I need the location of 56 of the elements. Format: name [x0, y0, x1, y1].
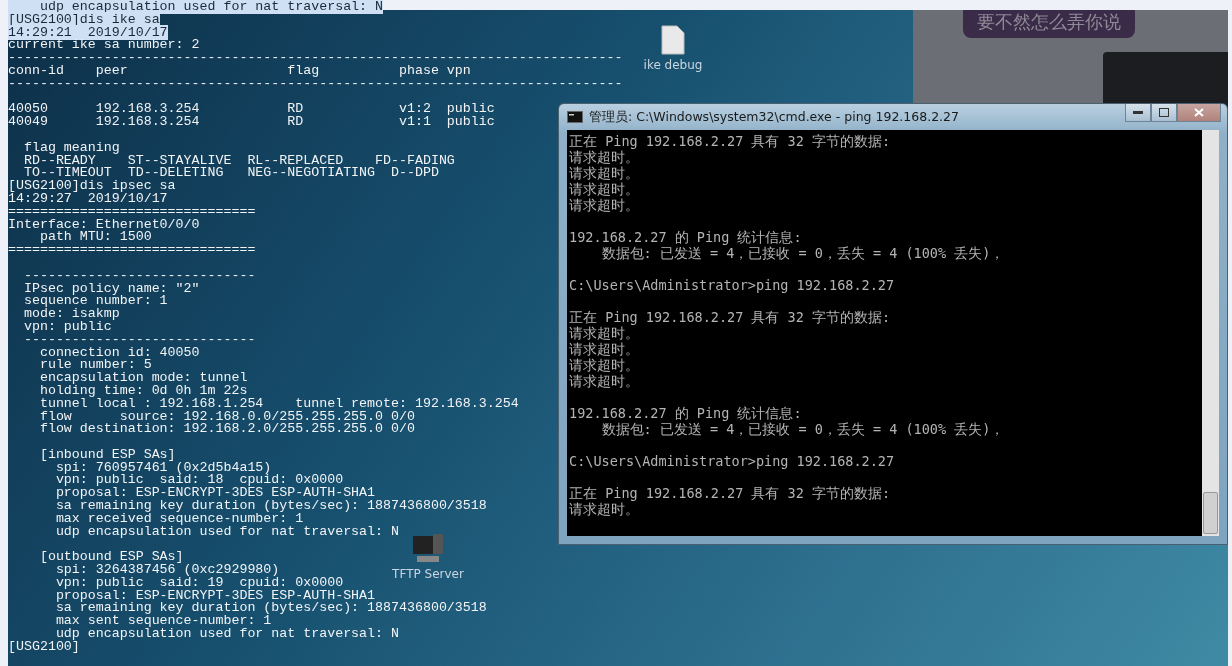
terminal-line: [USG2100]dis ipsec sa	[8, 178, 176, 194]
window-title: 管理员: C:\Windows\system32\cmd.exe - ping 192.168.2.27	[589, 108, 960, 126]
console-line: 192.168.2.27 的 Ping 统计信息:	[569, 405, 803, 421]
console-line: 正在 Ping 192.168.2.27 具有 32 字节的数据:	[569, 133, 892, 149]
desktop-icon-label[interactable]: TFTP Server	[392, 567, 464, 581]
console-line: 请求超时。	[569, 165, 640, 181]
terminal-line: IPsec policy name: "2"	[22, 280, 200, 296]
terminal-line: current ike sa number: 2	[8, 37, 200, 53]
terminal-line: spi: 3264387456 (0xc2929980)	[55, 562, 280, 578]
scrollbar-thumb[interactable]	[1203, 492, 1218, 534]
terminal-line: path MTU: 1500	[38, 229, 152, 245]
console-line: 请求超时。	[569, 181, 640, 197]
terminal-line: conn-id peer flag phase vpn	[8, 63, 471, 78]
terminal-line: flag meaning	[22, 139, 120, 155]
console-line: 正在 Ping 192.168.2.27 具有 32 字节的数据:	[569, 309, 892, 325]
scrollbar[interactable]	[1202, 130, 1219, 536]
close-icon	[1194, 108, 1204, 117]
terminal-line: proposal: ESP-ENCRYPT-3DES ESP-AUTH-SHA1	[54, 485, 376, 501]
terminal-line: TO--TIMEOUT TD--DELETING NEG--NEGOTIATING D--DPD	[23, 165, 439, 181]
document-icon	[661, 25, 685, 55]
minimize-button[interactable]	[1125, 104, 1151, 122]
console-line: 请求超时。	[569, 501, 640, 517]
console-line: C:\Users\Administrator>ping 192.168.2.27	[569, 453, 896, 469]
desktop-icon-label[interactable]: ike debug	[643, 58, 703, 72]
terminal-line: 40049 192.168.3.254 RD v1:1 public	[8, 114, 495, 130]
terminal-line: connection id: 40050	[38, 344, 200, 360]
terminal-line: sa remaining key duration (bytes/sec): 1887436800/3518	[54, 498, 487, 514]
close-button[interactable]	[1177, 104, 1221, 122]
terminal-line: max sent sequence-number: 1	[54, 613, 272, 629]
terminal-line: [outbound ESP SAs]	[38, 549, 184, 565]
console-line: 请求超时。	[569, 357, 640, 373]
server-icon	[411, 532, 445, 564]
terminal-line: -----------------------------	[22, 267, 256, 283]
terminal-line: 40050 192.168.3.254 RD v1:2 public	[8, 101, 495, 117]
maximize-button[interactable]	[1151, 104, 1177, 122]
terminal-line: -----------------------------------------------------------------------------	[8, 50, 623, 66]
maximize-icon	[1159, 108, 1169, 117]
terminal-line: rule number: 5	[38, 357, 152, 373]
console-line: 数据包: 已发送 = 4，已接收 = 0，丢失 = 4 (100% 丢失)，	[600, 421, 1006, 437]
console-line: 数据包: 已发送 = 4，已接收 = 0，丢失 = 4 (100% 丢失)，	[600, 245, 1006, 261]
console-line: 请求超时。	[569, 149, 640, 165]
console-icon	[567, 111, 583, 123]
terminal-line: flow source: 192.168.0.0/255.255.255.0 0/0	[38, 408, 415, 424]
terminal-line: flow destination: 192.168.2.0/255.255.255.0 0/0	[38, 421, 415, 437]
terminal-line: Interface: Ethernet0/0/0	[8, 216, 200, 232]
console-line: 正在 Ping 192.168.2.27 具有 32 字节的数据:	[569, 485, 892, 501]
terminal-line: ===============================	[8, 242, 256, 258]
terminal-line: ===============================	[8, 203, 256, 219]
console-line: 请求超时。	[569, 373, 640, 389]
console-line: 请求超时。	[569, 197, 640, 213]
console-line: 192.168.2.27 的 Ping 统计信息:	[569, 229, 803, 245]
terminal-line: [inbound ESP SAs]	[38, 446, 176, 462]
console-line: C:\Users\Administrator>ping 192.168.2.27	[569, 277, 896, 293]
chat-message: 要不然怎么弄你说	[963, 10, 1135, 38]
console-line: 请求超时。	[569, 325, 640, 341]
console-line: 请求超时。	[569, 341, 640, 357]
